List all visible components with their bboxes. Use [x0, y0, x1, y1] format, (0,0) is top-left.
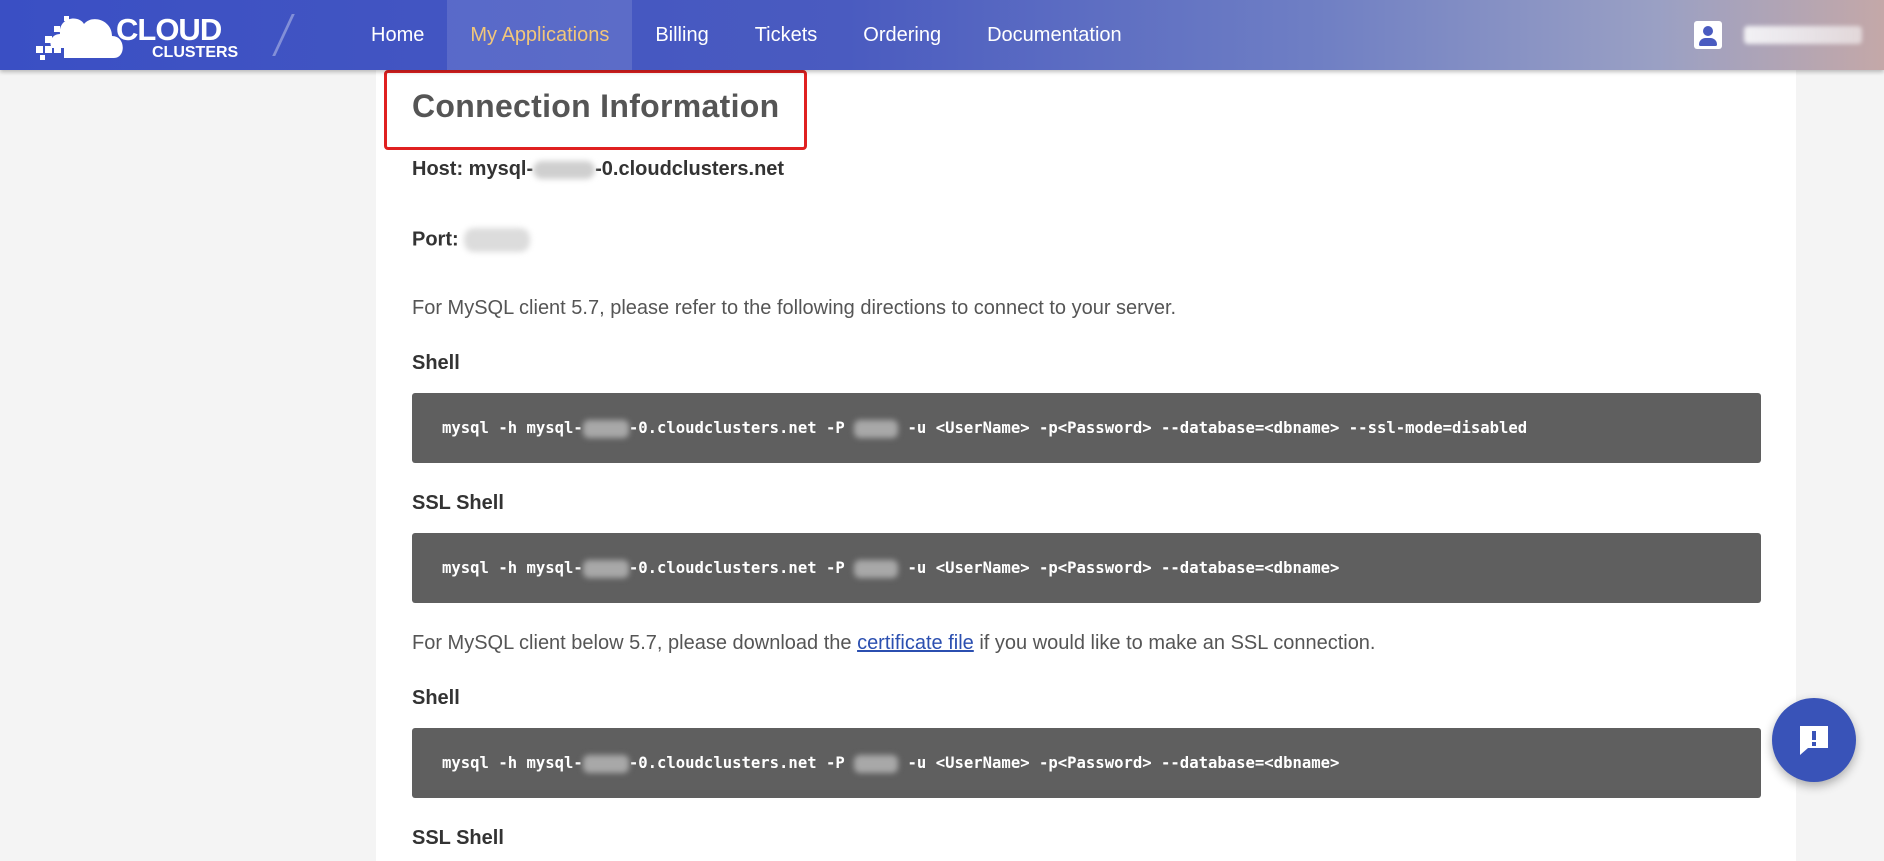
ssl-shell-command-block[interactable]: mysql -h mysql- -0.cloudclusters.net -P -… — [412, 533, 1761, 603]
below-57-text-pre: For MySQL client below 5.7, please downl… — [412, 632, 858, 654]
nav-tickets[interactable]: Tickets — [732, 0, 841, 70]
cmd1-part-b: -0.cloudclusters.net -P — [628, 419, 855, 437]
user-name-redacted[interactable] — [1744, 26, 1862, 44]
main-nav: Home My Applications Billing Tickets Ord… — [348, 0, 1145, 70]
host-redacted — [533, 160, 596, 179]
cmd1-host-redacted — [582, 419, 629, 438]
logo-text-clusters: CLUSTERS — [152, 44, 239, 61]
cmd2-part-b: -0.cloudclusters.net -P — [628, 559, 855, 577]
ssl-shell-label: SSL Shell — [412, 492, 504, 514]
shell-label-2: Shell — [412, 687, 460, 709]
nav-documentation[interactable]: Documentation — [964, 0, 1145, 70]
cmd2-part-c: -u <UserName> -p<Password> --database=<d… — [898, 559, 1340, 577]
cmd3-port-redacted — [854, 754, 899, 773]
cloudclusters-logo[interactable]: CLOUD CLUSTERS — [34, 8, 244, 62]
cmd3-part-c: -u <UserName> -p<Password> --database=<d… — [898, 754, 1340, 772]
shell-label: Shell — [412, 352, 460, 374]
below-57-text-post: if you would like to make an SSL connect… — [973, 632, 1376, 654]
certificate-file-link[interactable]: certificate file — [857, 632, 974, 654]
logo-text-cloud: CLOUD — [116, 12, 222, 47]
shell-command-block-2[interactable]: mysql -h mysql- -0.cloudclusters.net -P -… — [412, 728, 1761, 798]
host-suffix: -0.cloudclusters.net — [595, 158, 785, 180]
nav-home[interactable]: Home — [348, 0, 447, 70]
top-navigation-bar: CLOUD CLUSTERS Home My Applications Bill… — [0, 0, 1884, 70]
highlight-annotation-box — [384, 70, 807, 150]
nav-ordering[interactable]: Ordering — [840, 0, 964, 70]
shell-command-block[interactable]: mysql -h mysql- -0.cloudclusters.net -P -… — [412, 393, 1761, 463]
port-line: Port: — [412, 228, 531, 252]
host-line: Host: mysql- -0.cloudclusters.net — [412, 158, 784, 181]
port-label: Port: — [412, 228, 459, 251]
host-prefix: mysql- — [468, 158, 534, 180]
cloud-logo-icon — [36, 16, 123, 60]
cmd2-host-redacted — [582, 559, 629, 578]
cmd2-port-redacted — [854, 559, 899, 578]
mysql-below-57-instructions: For MySQL client below 5.7, please downl… — [412, 632, 1376, 655]
account-box-icon[interactable] — [1694, 21, 1722, 49]
cmd3-part-b: -0.cloudclusters.net -P — [628, 754, 855, 772]
user-menu[interactable] — [1694, 18, 1862, 52]
feedback-chat-icon — [1800, 726, 1828, 755]
mysql-57-instructions: For MySQL client 5.7, please refer to th… — [412, 297, 1177, 319]
nav-my-applications[interactable]: My Applications — [447, 0, 633, 70]
cmd1-port-redacted — [854, 419, 899, 438]
port-redacted — [464, 228, 531, 252]
cmd3-host-redacted — [582, 754, 629, 773]
nav-billing[interactable]: Billing — [632, 0, 731, 70]
feedback-button[interactable] — [1772, 698, 1856, 782]
cmd3-part-a: mysql -h mysql- — [442, 754, 583, 772]
ssl-shell-label-2: SSL Shell — [412, 827, 504, 849]
cmd2-part-a: mysql -h mysql- — [442, 559, 583, 577]
cmd1-part-c: -u <UserName> -p<Password> --database=<d… — [898, 419, 1528, 437]
nav-divider — [272, 14, 295, 56]
host-label: Host: — [412, 158, 464, 180]
cmd1-part-a: mysql -h mysql- — [442, 419, 583, 437]
